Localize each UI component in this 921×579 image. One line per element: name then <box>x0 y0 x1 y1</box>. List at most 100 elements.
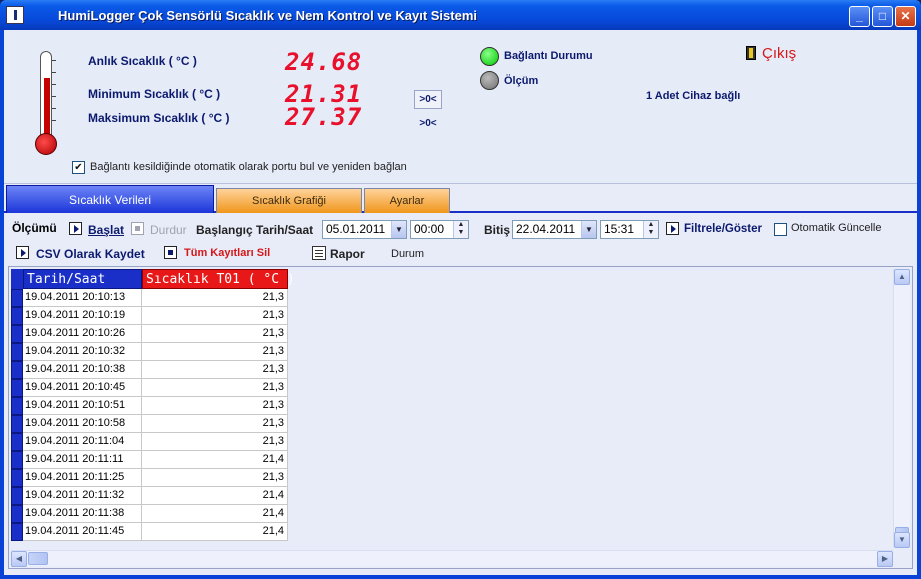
scroll-up-icon[interactable]: ▲ <box>894 269 910 285</box>
cell-temperature[interactable]: 21,3 <box>142 415 288 433</box>
row-indicator[interactable] <box>11 289 23 307</box>
row-indicator[interactable] <box>11 433 23 451</box>
table-row[interactable]: 19.04.2011 20:11:25 21,3 <box>11 469 294 487</box>
cell-temperature[interactable]: 21,3 <box>142 361 288 379</box>
end-time-spinner[interactable]: 15:31 ▲ ▼ <box>600 220 659 239</box>
cell-date[interactable]: 19.04.2011 20:11:11 <box>23 451 142 469</box>
minimize-button[interactable]: _ <box>849 6 870 27</box>
cell-temperature[interactable]: 21,4 <box>142 505 288 523</box>
start-time-value: 00:00 <box>414 222 445 236</box>
table-row[interactable]: 19.04.2011 20:11:11 21,4 <box>11 451 294 469</box>
row-indicator[interactable] <box>11 415 23 433</box>
exit-button[interactable]: Çıkış <box>762 45 796 62</box>
cell-temperature[interactable]: 21,3 <box>142 379 288 397</box>
table-row[interactable]: 19.04.2011 20:11:04 21,3 <box>11 433 294 451</box>
cell-date[interactable]: 19.04.2011 20:10:32 <box>23 343 142 361</box>
row-indicator[interactable] <box>11 343 23 361</box>
end-date-picker[interactable]: 22.04.2011 ▼ <box>512 220 597 239</box>
cell-temperature[interactable]: 21,3 <box>142 469 288 487</box>
cell-date[interactable]: 19.04.2011 20:10:26 <box>23 325 142 343</box>
scroll-down-icon[interactable]: ▼ <box>894 532 910 548</box>
row-indicator[interactable] <box>11 523 23 541</box>
cell-date[interactable]: 19.04.2011 20:11:45 <box>23 523 142 541</box>
cell-date[interactable]: 19.04.2011 20:10:19 <box>23 307 142 325</box>
play-icon[interactable] <box>666 222 679 235</box>
table-row[interactable]: 19.04.2011 20:10:26 21,3 <box>11 325 294 343</box>
cell-date[interactable]: 19.04.2011 20:10:38 <box>23 361 142 379</box>
row-indicator[interactable] <box>11 487 23 505</box>
cell-temperature[interactable]: 21,3 <box>142 307 288 325</box>
cell-temperature[interactable]: 21,3 <box>142 433 288 451</box>
cell-date[interactable]: 19.04.2011 20:11:25 <box>23 469 142 487</box>
table-row[interactable]: 19.04.2011 20:10:45 21,3 <box>11 379 294 397</box>
stop-icon[interactable] <box>164 246 177 259</box>
tab-temperature-data[interactable]: Sıcaklık Verileri <box>6 185 214 213</box>
row-indicator[interactable] <box>11 451 23 469</box>
start-time-spinner[interactable]: 00:00 ▲ ▼ <box>410 220 469 239</box>
auto-update-checkbox[interactable] <box>774 223 787 236</box>
row-indicator[interactable] <box>11 361 23 379</box>
maximize-button[interactable]: □ <box>872 6 893 27</box>
cell-date[interactable]: 19.04.2011 20:10:13 <box>23 289 142 307</box>
row-indicator[interactable] <box>11 307 23 325</box>
horizontal-scroll-thumb[interactable] <box>28 552 48 565</box>
cell-temperature[interactable]: 21,3 <box>142 397 288 415</box>
horizontal-scrollbar[interactable]: ◀ ▶ <box>11 550 893 567</box>
row-indicator[interactable] <box>11 469 23 487</box>
tab-temperature-chart[interactable]: Sıcaklık Grafiği <box>216 188 362 213</box>
table-row[interactable]: 19.04.2011 20:10:32 21,3 <box>11 343 294 361</box>
table-row[interactable]: 19.04.2011 20:10:13 21,3 <box>11 289 294 307</box>
tab-settings[interactable]: Ayarlar <box>364 188 450 213</box>
spin-arrows-icon[interactable]: ▲ ▼ <box>453 221 468 238</box>
save-csv-button[interactable]: CSV Olarak Kaydet <box>36 247 145 261</box>
row-indicator[interactable] <box>11 397 23 415</box>
scroll-left-icon[interactable]: ◀ <box>11 551 27 567</box>
auto-reconnect-checkbox[interactable]: ✔ <box>72 161 85 174</box>
cell-date[interactable]: 19.04.2011 20:11:32 <box>23 487 142 505</box>
table-row[interactable]: 19.04.2011 20:10:19 21,3 <box>11 307 294 325</box>
column-header-temperature[interactable]: Sıcaklık T01 ( °C ) <box>142 269 295 289</box>
play-icon[interactable] <box>16 246 29 259</box>
table-row[interactable]: 19.04.2011 20:10:38 21,3 <box>11 361 294 379</box>
chevron-down-icon[interactable]: ▼ <box>581 221 596 238</box>
cell-temperature[interactable]: 21,4 <box>142 487 288 505</box>
table-row[interactable]: 19.04.2011 20:11:45 21,4 <box>11 523 294 541</box>
table-row[interactable]: 19.04.2011 20:10:51 21,3 <box>11 397 294 415</box>
reset-min-button[interactable]: >0< <box>414 90 442 109</box>
delete-all-records-button[interactable]: Tüm Kayıtları Sil <box>184 247 270 259</box>
cell-temperature[interactable]: 21,3 <box>142 343 288 361</box>
cell-temperature[interactable]: 21,3 <box>142 289 288 307</box>
table-row[interactable]: 19.04.2011 20:10:58 21,3 <box>11 415 294 433</box>
row-indicator[interactable] <box>11 379 23 397</box>
cell-temperature[interactable]: 21,3 <box>142 325 288 343</box>
start-date-picker[interactable]: 05.01.2011 ▼ <box>322 220 407 239</box>
play-icon[interactable] <box>69 222 82 235</box>
door-icon[interactable] <box>746 46 756 60</box>
app-icon[interactable] <box>6 6 24 24</box>
chevron-down-icon[interactable]: ▼ <box>391 221 406 238</box>
row-indicator[interactable] <box>11 325 23 343</box>
start-button[interactable]: Başlat <box>88 223 124 237</box>
title-bar[interactable]: HumiLogger Çok Sensörlü Sıcaklık ve Nem … <box>0 0 921 30</box>
spin-arrows-icon[interactable]: ▲ ▼ <box>643 221 658 238</box>
cell-date[interactable]: 19.04.2011 20:11:38 <box>23 505 142 523</box>
cell-temperature[interactable]: 21,4 <box>142 451 288 469</box>
cell-date[interactable]: 19.04.2011 20:10:45 <box>23 379 142 397</box>
data-grid[interactable]: Tarih/Saat Sıcaklık T01 ( °C ) 19.04.201… <box>11 269 891 552</box>
scroll-right-icon[interactable]: ▶ <box>877 551 893 567</box>
cell-date[interactable]: 19.04.2011 20:11:04 <box>23 433 142 451</box>
row-indicator[interactable] <box>11 505 23 523</box>
cell-date[interactable]: 19.04.2011 20:10:58 <box>23 415 142 433</box>
table-row[interactable]: 19.04.2011 20:11:38 21,4 <box>11 505 294 523</box>
close-button[interactable]: ✕ <box>895 6 916 27</box>
reset-max-button[interactable]: >0< <box>414 114 442 133</box>
table-row[interactable]: 19.04.2011 20:11:32 21,4 <box>11 487 294 505</box>
column-header-date[interactable]: Tarih/Saat <box>23 269 142 289</box>
window-title: HumiLogger Çok Sensörlü Sıcaklık ve Nem … <box>58 8 478 23</box>
filter-show-button[interactable]: Filtrele/Göster <box>684 223 762 235</box>
report-button[interactable]: Rapor <box>330 247 365 261</box>
report-icon[interactable] <box>312 246 326 260</box>
cell-temperature[interactable]: 21,4 <box>142 523 288 541</box>
cell-date[interactable]: 19.04.2011 20:10:51 <box>23 397 142 415</box>
vertical-scrollbar[interactable]: ▲ ▼ <box>893 269 910 548</box>
